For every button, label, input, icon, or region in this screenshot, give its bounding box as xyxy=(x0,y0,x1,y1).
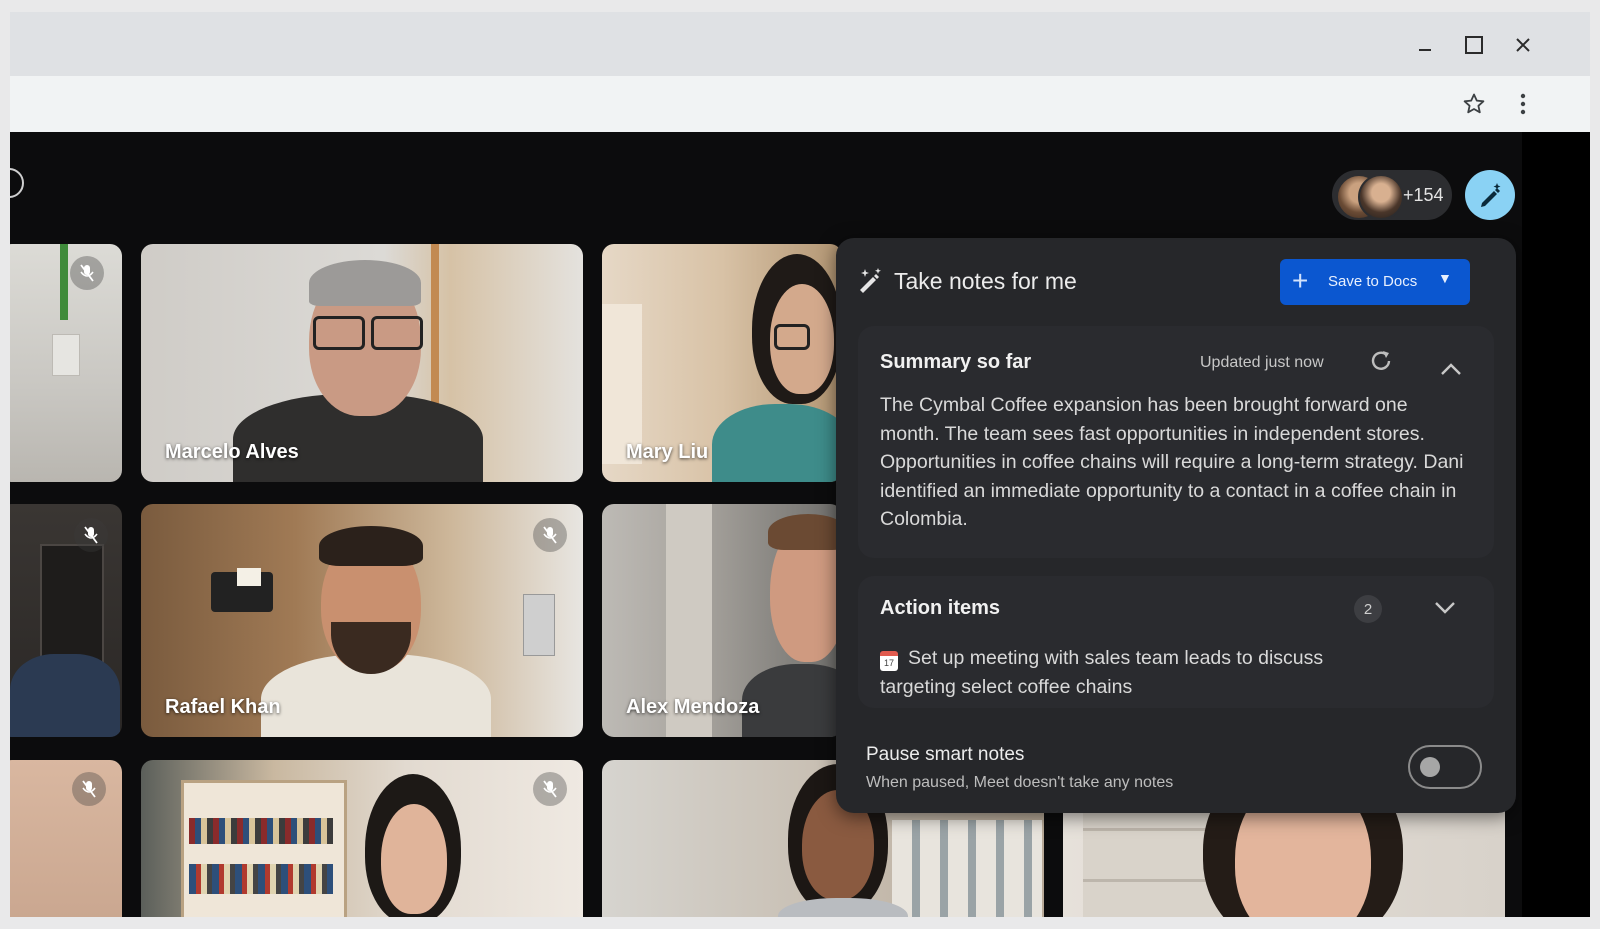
summary-card: Summary so far Updated just now The Cymb… xyxy=(858,326,1494,558)
video-tile[interactable]: Rafael Khan xyxy=(141,504,583,737)
toggle-knob xyxy=(1420,757,1440,777)
save-to-docs-button[interactable]: + Save to Docs ▼ xyxy=(1280,259,1470,305)
video-tile[interactable]: Mary Liu xyxy=(602,244,842,482)
title-bar xyxy=(10,12,1590,76)
video-tile[interactable]: Alex Mendoza xyxy=(602,504,842,737)
summary-title: Summary so far xyxy=(880,351,1032,373)
mic-off-icon xyxy=(533,772,567,806)
participant-name: Marcelo Alves xyxy=(165,441,299,463)
action-items-title: Action items xyxy=(880,597,1001,619)
kebab-menu-icon[interactable] xyxy=(1508,89,1538,119)
action-item-text: Set up meeting with sales team leads to … xyxy=(880,647,1324,698)
maximize-icon[interactable] xyxy=(1459,30,1489,60)
mic-off-icon xyxy=(72,772,106,806)
pencil-sparkle-icon xyxy=(1481,183,1501,207)
video-tile[interactable] xyxy=(10,504,122,737)
browser-toolbar xyxy=(10,76,1590,132)
take-notes-button[interactable] xyxy=(1465,170,1515,220)
avatar xyxy=(1358,174,1404,220)
participant-name: Rafael Khan xyxy=(165,696,281,718)
right-gutter xyxy=(1522,132,1590,917)
participant-name: Mary Liu xyxy=(626,441,709,463)
video-tile[interactable]: Marcelo Alves xyxy=(141,244,583,482)
updated-status: Updated just now xyxy=(1200,354,1324,371)
pause-smart-notes-description: When paused, Meet doesn't take any notes xyxy=(866,774,1174,791)
pause-smart-notes-toggle[interactable] xyxy=(1408,745,1482,789)
refresh-icon[interactable] xyxy=(1366,346,1396,376)
panel-title: Take notes for me xyxy=(894,268,1077,294)
save-to-docs-label: Save to Docs xyxy=(1328,273,1418,290)
pause-smart-notes-label: Pause smart notes xyxy=(866,744,1025,765)
participant-name: Alex Mendoza xyxy=(626,696,760,718)
partial-button-icon[interactable] xyxy=(10,168,24,198)
meeting-stage: +154 Marcelo Alves Mary Liu Rafael Khan … xyxy=(10,132,1590,917)
participant-count: +154 xyxy=(1403,185,1444,205)
minimize-icon[interactable] xyxy=(1410,30,1440,60)
participants-chip[interactable]: +154 xyxy=(1332,170,1452,220)
take-notes-panel: Take notes for me + Save to Docs ▼ Summa… xyxy=(836,238,1516,813)
video-tile[interactable] xyxy=(10,760,122,917)
close-icon[interactable] xyxy=(1508,30,1538,60)
chevron-up-icon[interactable] xyxy=(1436,354,1466,384)
mic-off-icon xyxy=(74,518,108,552)
video-tile[interactable] xyxy=(10,244,122,482)
plus-icon: + xyxy=(1292,265,1309,296)
action-items-count-badge: 2 xyxy=(1354,595,1382,623)
calendar-icon: 17 xyxy=(880,651,898,671)
video-tile[interactable] xyxy=(141,760,583,917)
action-items-card: Action items 2 17 Set up meeting with sal… xyxy=(858,576,1494,708)
summary-text: The Cymbal Coffee expansion has been bro… xyxy=(880,394,1464,531)
caret-down-icon[interactable]: ▼ xyxy=(1438,270,1452,286)
mic-off-icon xyxy=(533,518,567,552)
mic-off-icon xyxy=(70,256,104,290)
browser-window: +154 Marcelo Alves Mary Liu Rafael Khan … xyxy=(10,12,1590,917)
chevron-down-icon[interactable] xyxy=(1430,593,1460,623)
action-item: 17 Set up meeting with sales team leads t… xyxy=(880,644,1400,701)
pencil-sparkle-icon xyxy=(860,268,881,293)
star-icon[interactable] xyxy=(1459,89,1489,119)
